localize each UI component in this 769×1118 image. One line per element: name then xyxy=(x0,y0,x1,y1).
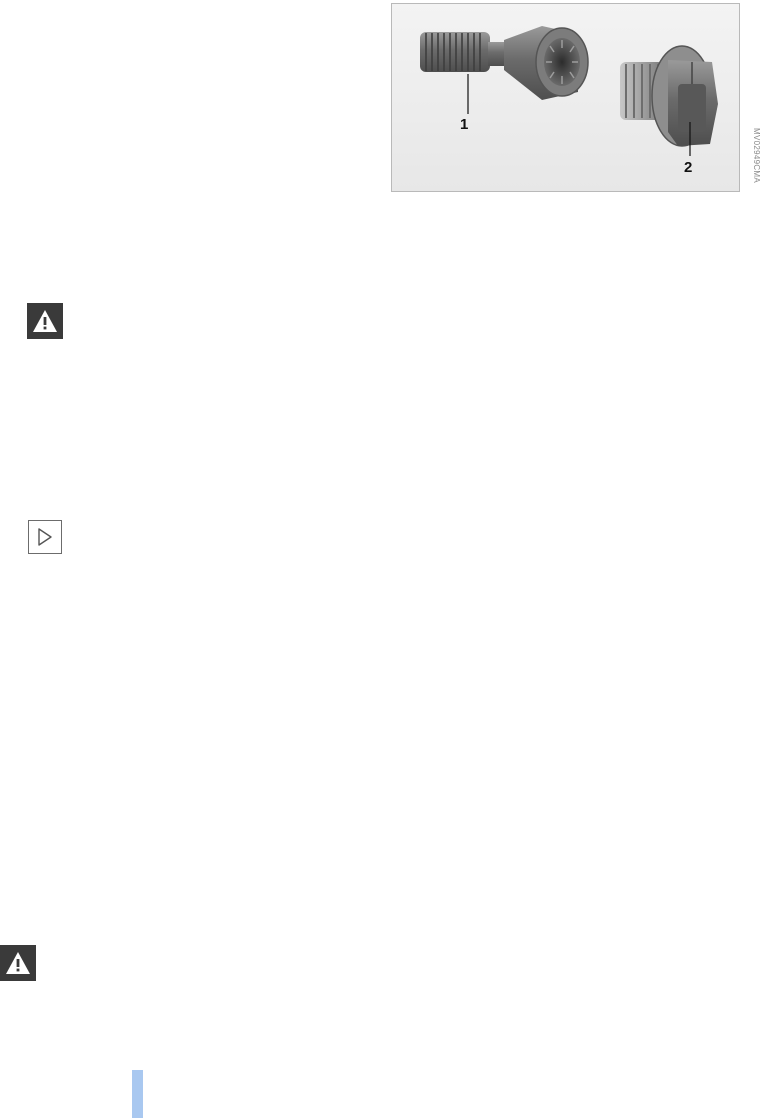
figure-code-text: MV02949CMA xyxy=(752,128,761,184)
lock-adapter xyxy=(620,45,718,147)
callout-2: 2 xyxy=(684,159,693,176)
warning-triangle-icon xyxy=(0,945,36,981)
note-arrow-icon xyxy=(28,520,62,554)
page-marker xyxy=(132,1070,143,1118)
lug-bolt xyxy=(420,26,589,100)
lug-bolt-figure: 1 2 xyxy=(391,3,740,192)
callout-1: 1 xyxy=(460,116,469,133)
warning-triangle-icon xyxy=(27,303,63,339)
figure-code: MV02949CMA xyxy=(751,128,765,188)
